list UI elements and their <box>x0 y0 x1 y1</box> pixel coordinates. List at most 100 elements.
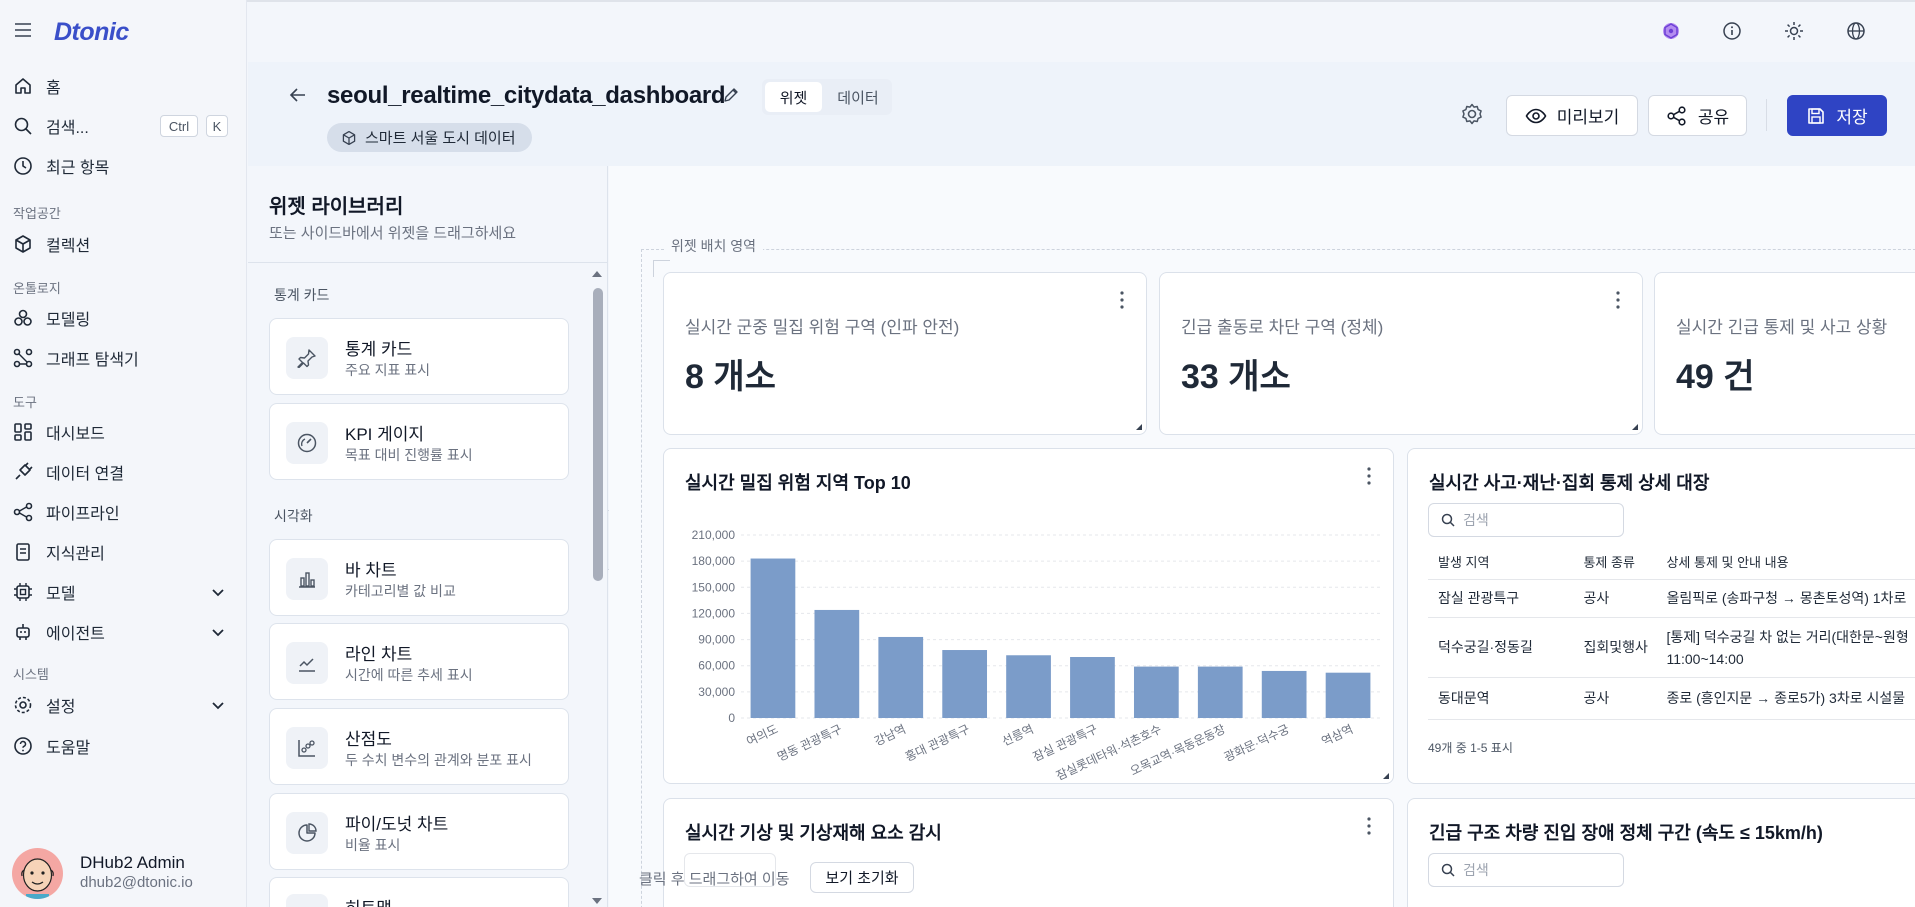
back-arrow-icon[interactable] <box>287 84 309 106</box>
resize-handle-icon[interactable] <box>1382 772 1390 780</box>
library-scroll-thumb[interactable] <box>593 288 603 581</box>
sidebar-item-pipeline[interactable]: 파이프라인 <box>12 494 237 530</box>
column-header[interactable]: 상세 통제 및 안내 내용 <box>1656 545 1915 580</box>
control-log-table-widget[interactable]: 실시간 사고·재난·집회 통제 상세 대장 검색 발생 지역 통제 종류 상세 … <box>1407 448 1915 784</box>
stat-widget-crowd[interactable]: 실시간 군중 밀집 위험 구역 (인파 안전) 8 개소 <box>663 272 1147 435</box>
share-button[interactable]: 공유 <box>1648 95 1747 136</box>
pie-chart-icon <box>286 812 328 854</box>
widget-card-stat[interactable]: 통계 카드 주요 지표 표시 <box>269 318 569 395</box>
search-icon <box>1441 513 1455 527</box>
more-vertical-icon[interactable] <box>1616 291 1620 309</box>
sidebar-item-agent[interactable]: 에이전트 <box>12 614 237 650</box>
sidebar-item-label: 홈 <box>46 80 61 97</box>
y-tick-label: 60,000 <box>698 659 735 673</box>
user-profile[interactable]: DHub2 Admin dhub2@dtonic.io <box>12 848 237 899</box>
chevron-down-icon <box>211 585 225 599</box>
widget-card-heatmap[interactable]: 히트맵 <box>269 877 569 907</box>
help-icon <box>12 735 34 757</box>
table-cell: 잠실 관광특구 <box>1428 579 1574 618</box>
clock-icon <box>12 155 34 177</box>
widget-card-title: 히트맵 <box>345 894 392 907</box>
table-row[interactable]: 잠실 관광특구 공사 올림픽로 (송파구청 → 몽촌토성역) 1차로 <box>1428 579 1915 618</box>
more-vertical-icon[interactable] <box>1367 467 1371 485</box>
scroll-down-icon[interactable] <box>590 895 604 907</box>
scatter-icon <box>286 727 328 769</box>
more-vertical-icon[interactable] <box>1120 291 1124 309</box>
tab-data[interactable]: 데이터 <box>828 82 888 112</box>
table-cell: 덕수궁길·정동길 <box>1428 617 1574 678</box>
settings-gear-icon[interactable] <box>1460 102 1484 126</box>
sidebar-item-graph-explorer[interactable]: 그래프 탐색기 <box>12 340 237 376</box>
chevron-down-icon <box>211 625 225 639</box>
sidebar-item-data-connection[interactable]: 데이터 연결 <box>12 454 237 490</box>
sidebar-item-search[interactable]: 검색... Ctrl K <box>12 108 237 144</box>
widget-card-desc: 카테고리별 값 비교 <box>345 583 456 599</box>
sidebar-item-recent[interactable]: 최근 항목 <box>12 148 237 184</box>
section-workspace: 작업공간 <box>13 206 61 221</box>
ai-icon[interactable] <box>1656 16 1686 46</box>
stat-widget-emergency-route[interactable]: 긴급 출동로 차단 구역 (정체) 33 개소 <box>1159 272 1643 435</box>
resize-handle-icon[interactable] <box>1135 423 1143 431</box>
tab-widget[interactable]: 위젯 <box>765 82 822 112</box>
x-tick-label: 여의도 <box>744 722 780 749</box>
resize-handle-icon[interactable] <box>1631 423 1639 431</box>
widget-card-scatter[interactable]: 산점도 두 수치 변수의 관계와 분포 표시 <box>269 708 569 785</box>
widget-card-desc: 비율 표시 <box>345 837 401 853</box>
top-border <box>0 0 1915 2</box>
section-ontology: 온톨로지 <box>13 281 61 296</box>
sidebar-item-label: 모델 <box>46 586 76 603</box>
home-icon <box>12 75 34 97</box>
info-icon[interactable] <box>1717 16 1747 46</box>
table-row[interactable]: 덕수궁길·정동길 집회및행사 [통제] 덕수궁길 차 없는 거리(대한문~원형 … <box>1428 617 1915 678</box>
x-tick-label: 강남역 <box>872 722 908 749</box>
widget-card-kpi-gauge[interactable]: KPI 게이지 목표 대비 진행률 표시 <box>269 403 569 480</box>
sidebar-item-help[interactable]: 도움말 <box>12 728 237 764</box>
column-header[interactable]: 발생 지역 <box>1428 545 1574 580</box>
sidebar-item-knowledge[interactable]: 지식관리 <box>12 534 237 570</box>
page-title: seoul_realtime_citydata_dashboard <box>327 82 726 109</box>
pencil-icon[interactable] <box>722 86 740 104</box>
y-tick-label: 90,000 <box>698 633 735 647</box>
table-row[interactable]: 동대문역 공사 종로 (흥인지문 → 종로5가) 3차로 시설물 <box>1428 677 1915 720</box>
search-placeholder: 검색 <box>1463 512 1489 528</box>
sidebar-item-modeling[interactable]: 모델링 <box>12 300 237 336</box>
shortcut-k: K <box>206 115 228 137</box>
table-search-input[interactable]: 검색 <box>1428 503 1624 537</box>
dashboard-icon <box>12 421 34 443</box>
sidebar-item-dashboard[interactable]: 대시보드 <box>12 414 237 450</box>
save-button[interactable]: 저장 <box>1787 95 1887 136</box>
preview-button[interactable]: 미리보기 <box>1506 95 1638 136</box>
stat-widget-incidents[interactable]: 실시간 긴급 통제 및 사고 상황 49 건 <box>1654 272 1915 435</box>
sidebar-item-label: 데이터 연결 <box>46 466 125 483</box>
widget-card-desc: 시간에 따른 추세 표시 <box>345 667 473 683</box>
bar-chart-widget[interactable]: 실시간 밀집 위험 지역 Top 10 210,000 180,000 150,00… <box>663 448 1394 784</box>
widget-card-line-chart[interactable]: 라인 차트 시간에 따른 추세 표시 <box>269 623 569 700</box>
column-header[interactable]: 통제 종류 <box>1573 545 1657 580</box>
bar-chart-icon <box>286 558 328 600</box>
globe-icon[interactable] <box>1841 16 1871 46</box>
sidebar-item-model[interactable]: 모델 <box>12 574 237 610</box>
reset-view-button[interactable]: 보기 초기화 <box>810 862 914 893</box>
sidebar-item-label: 도움말 <box>46 740 91 757</box>
dataset-chip[interactable]: 스마트 서울 도시 데이터 <box>327 123 532 152</box>
table-cell: 집회및행사 <box>1573 617 1657 678</box>
traffic-congestion-widget[interactable]: 긴급 구조 차량 진입 장애 정체 구간 (속도 ≤ 15km/h) 검색 <box>1407 798 1915 907</box>
widget-card-pie-chart[interactable]: 파이/도넛 차트 비율 표시 <box>269 793 569 870</box>
app-logo[interactable]: Dtonic <box>54 18 129 47</box>
widget-card-bar-chart[interactable]: 바 차트 카테고리별 값 비교 <box>269 539 569 616</box>
menu-icon[interactable] <box>14 22 32 38</box>
scroll-up-icon[interactable] <box>590 268 604 280</box>
sidebar-item-home[interactable]: 홈 <box>12 68 237 104</box>
sidebar-item-settings[interactable]: 설정 <box>12 687 237 723</box>
user-email: dhub2@dtonic.io <box>80 874 193 891</box>
x-tick-label: 홍대 관광특구 <box>903 722 972 764</box>
weather-widget[interactable]: 실시간 기상 및 기상재해 요소 감시 <box>663 798 1394 907</box>
library-divider <box>248 262 608 263</box>
table-cell: 공사 <box>1573 677 1657 720</box>
sidebar-item-collections[interactable]: 컬렉션 <box>12 226 237 262</box>
user-name: DHub2 Admin <box>80 853 185 872</box>
widget-card-desc: 두 수치 변수의 관계와 분포 표시 <box>345 752 532 768</box>
more-vertical-icon[interactable] <box>1367 817 1371 835</box>
theme-sun-icon[interactable] <box>1779 16 1809 46</box>
traffic-search-input[interactable]: 검색 <box>1428 853 1624 887</box>
